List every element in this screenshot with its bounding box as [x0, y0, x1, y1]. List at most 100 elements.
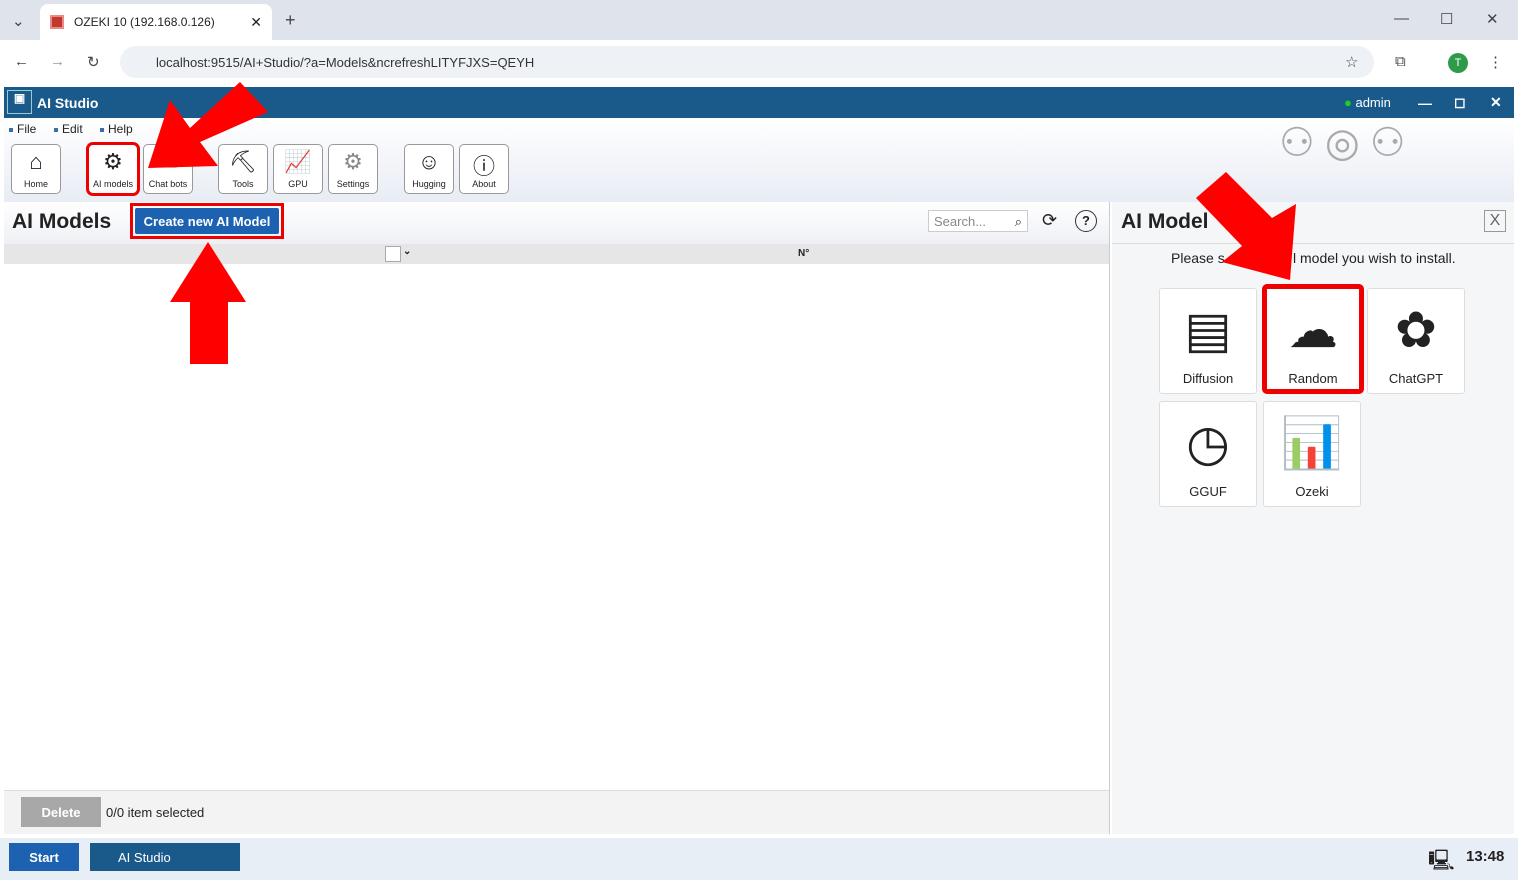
diffusion-icon: ▤ — [1184, 302, 1232, 358]
reload-icon[interactable]: ↻ — [87, 53, 100, 71]
label: About — [472, 179, 496, 189]
search-input[interactable]: Search... ⌕ — [928, 210, 1028, 232]
app-title: AI Studio — [37, 94, 99, 111]
tools-icon: ⛏ — [229, 149, 257, 174]
ai-models-icon: ⚙ — [103, 149, 123, 174]
clock: 13:48 — [1466, 848, 1505, 865]
create-label: Create new AI Model — [135, 208, 279, 234]
taskbar: Start AI Studio 🖳 13:48 — [0, 838, 1518, 880]
toolbar-about-button[interactable]: ⓘ About — [459, 144, 509, 194]
panel-header: AI Models Create new AI Model Search... ⌕… — [4, 202, 1109, 244]
model-card-gguf[interactable]: ◷ GGUF — [1159, 401, 1257, 507]
address-bar-row: ← → ↻ localhost:9515/AI+Studio/?a=Models… — [0, 40, 1518, 86]
search-icon[interactable]: ⌕ — [1015, 214, 1022, 230]
menu-file[interactable]: File — [9, 122, 36, 136]
hugging-face-icon: ☺ — [417, 149, 441, 174]
monitor-icon[interactable]: 🖳 — [1428, 846, 1455, 880]
table-header: ⌄ N° — [4, 244, 1109, 264]
label: ChatGPT — [1388, 371, 1444, 386]
tab-title: OZEKI 10 (192.168.0.126) — [74, 15, 215, 29]
bookmark-star-icon[interactable]: ☆ — [1345, 53, 1358, 71]
url-text: localhost:9515/AI+Studio/?a=Models&ncref… — [156, 54, 535, 70]
browser-tab[interactable]: OZEKI 10 (192.168.0.126) ✕ — [40, 4, 272, 40]
instruction-start: Please s — [1171, 250, 1225, 266]
selection-status: 0/0 item selected — [106, 805, 205, 820]
ai-model-install-panel: AI Model X Please s l model you wish to … — [1112, 202, 1514, 834]
model-card-ozeki[interactable]: 📊 Ozeki — [1263, 401, 1361, 507]
model-card-random[interactable]: ☁ Random — [1262, 284, 1364, 394]
gpu-icon: 📈 — [284, 149, 312, 174]
page-title: AI Models — [12, 210, 112, 233]
gear-icon: ⚙ — [343, 149, 363, 174]
model-card-diffusion[interactable]: ▤ Diffusion — [1159, 288, 1257, 394]
taskbar-ai-studio[interactable]: AI Studio — [90, 843, 240, 871]
taskbar-app-label: AI Studio — [118, 849, 171, 865]
back-icon[interactable]: ← — [14, 53, 29, 70]
favicon-icon — [50, 15, 64, 29]
label: Chat bots — [148, 179, 188, 189]
close-tab-icon[interactable]: ✕ — [250, 14, 262, 31]
extensions-icon[interactable]: ⧉ — [1395, 53, 1406, 70]
app-maximize-icon[interactable]: ◻ — [1454, 94, 1466, 111]
toolbar-hugging-button[interactable]: ☺ Hugging — [404, 144, 454, 194]
close-window-icon[interactable]: ✕ — [1486, 10, 1499, 28]
online-dot-icon: ● — [1344, 95, 1356, 110]
ai-models-panel: AI Models Create new AI Model Search... ⌕… — [4, 202, 1110, 834]
app-logo-icon: ▣ — [7, 90, 32, 114]
user-name: admin — [1355, 95, 1391, 110]
start-button[interactable]: Start — [9, 843, 79, 871]
tab-search-icon[interactable]: ⌄ — [12, 12, 25, 30]
ozeki-icon: 📊 — [1280, 415, 1344, 471]
gguf-icon: ◷ — [1186, 415, 1230, 471]
delete-button[interactable]: Delete — [21, 797, 101, 827]
toolbar-chat-bots-button[interactable]: ▭ Chat bots — [143, 144, 193, 194]
maximize-icon[interactable]: ☐ — [1440, 10, 1453, 28]
more-menu-icon[interactable]: ⋮ — [1488, 53, 1503, 71]
label: Settings — [336, 179, 370, 189]
label: GGUF — [1189, 484, 1227, 499]
random-icon: ☁ — [1288, 302, 1338, 358]
toolbar-area: File Edit Help ⌂ Home ⚙ AI models ▭ Chat bo… — [4, 118, 1514, 202]
chat-bots-icon: ▭ — [157, 149, 179, 174]
url-input[interactable]: localhost:9515/AI+Studio/?a=Models&ncref… — [120, 46, 1374, 78]
label: Diffusion — [1182, 371, 1234, 386]
toolbar-settings-button[interactable]: ⚙ Settings — [328, 144, 378, 194]
profile-avatar[interactable]: T — [1448, 53, 1468, 73]
select-all-checkbox[interactable] — [385, 246, 401, 262]
install-panel-header: AI Model X — [1112, 202, 1514, 244]
search-placeholder: Search... — [934, 214, 987, 229]
network-graphic-icon: ⚇◎⚇ — [1279, 121, 1416, 165]
start-label: Start — [29, 849, 59, 865]
close-panel-button[interactable]: X — [1484, 210, 1506, 232]
label: GPU — [288, 179, 308, 189]
install-panel-title: AI Model — [1121, 210, 1209, 233]
forward-icon[interactable]: → — [50, 53, 65, 70]
minimize-icon[interactable]: — — [1394, 10, 1409, 27]
browser-tab-strip: ⌄ OZEKI 10 (192.168.0.126) ✕ + — ☐ ✕ — [0, 0, 1518, 40]
refresh-icon[interactable]: ⟳ — [1042, 210, 1057, 231]
create-new-ai-model-button[interactable]: Create new AI Model — [130, 203, 284, 239]
label: Tools — [232, 179, 254, 189]
menu-edit[interactable]: Edit — [54, 122, 83, 136]
toolbar-gpu-button[interactable]: 📈 GPU — [273, 144, 323, 194]
toolbar-home-button[interactable]: ⌂ Home — [11, 144, 61, 194]
info-icon: ⓘ — [472, 154, 495, 179]
instruction-end: l model you wish to install. — [1293, 250, 1456, 266]
toolbar-tools-button[interactable]: ⛏ Tools — [218, 144, 268, 194]
home-icon: ⌂ — [29, 149, 43, 174]
app-minimize-icon[interactable]: — — [1418, 95, 1432, 111]
menu-help[interactable]: Help — [100, 122, 133, 136]
label: AI models — [92, 179, 134, 189]
label: Hugging — [412, 179, 446, 189]
toolbar-ai-models-button[interactable]: ⚙ AI models — [86, 142, 140, 196]
chevron-down-icon[interactable]: ⌄ — [403, 246, 411, 257]
label: Home — [23, 179, 48, 189]
user-status[interactable]: ● admin — [1344, 95, 1391, 110]
app-close-icon[interactable]: ✕ — [1490, 94, 1502, 111]
model-card-chatgpt[interactable]: ✿ ChatGPT — [1367, 288, 1465, 394]
panel-footer: Delete 0/0 item selected — [4, 790, 1109, 834]
help-icon[interactable]: ? — [1075, 210, 1097, 232]
app-title-bar: ▣ AI Studio ● admin — ◻ ✕ — [4, 87, 1514, 118]
column-number[interactable]: N° — [798, 248, 809, 259]
new-tab-icon[interactable]: + — [285, 10, 296, 31]
